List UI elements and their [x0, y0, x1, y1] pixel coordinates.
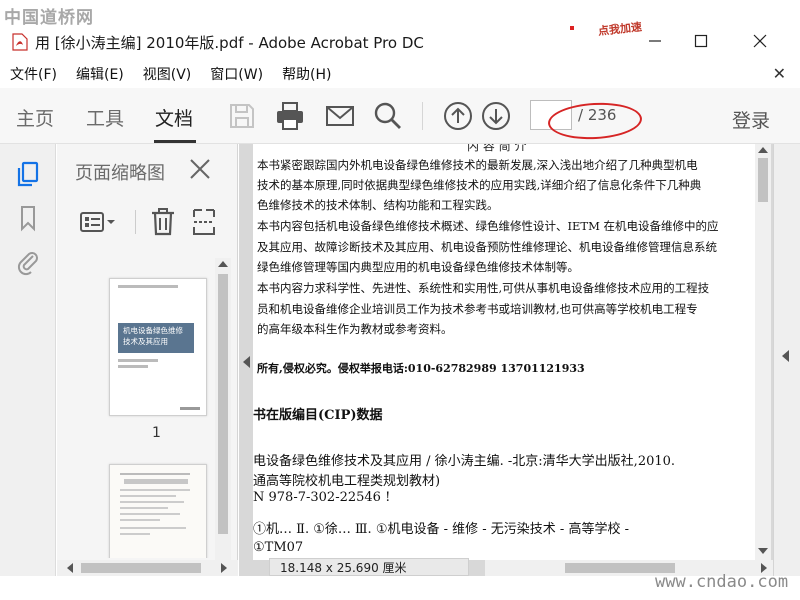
doc-text-line: 的高年级本科生作为教材或参考资料。 — [257, 322, 453, 336]
thumb-text-line — [120, 501, 184, 503]
page-down-icon[interactable] — [480, 100, 512, 132]
thumb-text-line — [120, 495, 176, 497]
page-size-text: 18.148 x 25.690 厘米 — [280, 561, 407, 575]
attachment-icon[interactable] — [14, 248, 42, 276]
menu-file[interactable]: 文件(F) — [0, 64, 66, 84]
doc-cip-line: 电设备绿色维修技术及其应用 / 徐小涛主编. -北京:清华大学出版社,2010. — [253, 454, 676, 469]
right-pane-strip — [773, 144, 800, 576]
page-thumbnails-icon[interactable] — [14, 160, 42, 188]
thumb-text-line — [120, 519, 160, 521]
thumb-text-line — [120, 489, 190, 491]
maximize-icon — [694, 34, 708, 48]
title-bar: 中国道桥网 用 [徐小涛主编] 2010年版.pdf - Adobe Acrob… — [0, 0, 800, 60]
thumb-text-line — [124, 479, 188, 484]
scroll-up-arrow-icon[interactable] — [758, 147, 768, 153]
close-panel-icon[interactable] — [187, 156, 213, 182]
thumbnail-vertical-scrollbar[interactable] — [215, 258, 231, 560]
scrollbar-thumb[interactable] — [758, 158, 768, 202]
scroll-right-arrow-icon[interactable] — [221, 563, 227, 573]
bookmark-icon[interactable] — [14, 204, 42, 232]
thumb-publisher-mark — [180, 407, 200, 410]
print-icon[interactable] — [274, 100, 306, 132]
scroll-down-arrow-icon[interactable] — [758, 548, 768, 554]
tab-home[interactable]: 主页 — [16, 104, 54, 131]
menu-view[interactable]: 视图(V) — [133, 64, 201, 84]
thumb-text-line — [120, 507, 168, 509]
close-document-icon[interactable]: ✕ — [773, 64, 786, 83]
watermark-top: 中国道桥网 — [4, 8, 94, 28]
thumb-text-line — [120, 513, 180, 515]
menu-edit[interactable]: 编辑(E) — [66, 64, 133, 84]
thumbnail-horizontal-scrollbar[interactable] — [57, 560, 238, 576]
tab-tools[interactable]: 工具 — [86, 104, 124, 131]
thumb-text-line — [120, 533, 150, 535]
thumbnail-panel-title: 页面缩略图 — [75, 163, 165, 184]
thumbnail-cover-title: 机电设备绿色维修技术及其应用 — [123, 326, 183, 346]
search-icon[interactable] — [372, 100, 404, 132]
tab-document[interactable]: 文档 — [155, 104, 193, 131]
menu-help[interactable]: 帮助(H) — [272, 64, 340, 84]
login-link[interactable]: 登录 — [732, 106, 770, 133]
doc-text-line: 本书紧密跟踪国内外机电设备绿色维修技术的最新发展,深入浅出地介绍了几种典型机电 — [257, 158, 698, 172]
thumb-text-line — [118, 285, 178, 288]
thumbnail-cover-band: 机电设备绿色维修技术及其应用 — [118, 323, 194, 353]
tool-separator — [135, 210, 136, 234]
close-icon — [753, 34, 767, 48]
doc-text-line: 色维修技术的技术体制、结构功能和工程实践。 — [257, 198, 499, 212]
doc-cip-line: N 978-7-302-22546 ! — [253, 490, 391, 505]
expand-right-pane-icon[interactable] — [782, 350, 789, 362]
save-icon[interactable] — [226, 100, 258, 132]
thumbnail-page-1[interactable]: 机电设备绿色维修技术及其应用 — [109, 278, 207, 416]
page-up-icon[interactable] — [442, 100, 474, 132]
extract-page-icon[interactable] — [191, 207, 217, 237]
thumbnail-list: 机电设备绿色维修技术及其应用 1 — [57, 258, 217, 558]
thumbnail-panel: 页面缩略图 机电设备绿色维修技术及其应用 1 — [57, 144, 238, 576]
window-title: 用 [徐小涛主编] 2010年版.pdf - Adobe Acrobat Pro… — [35, 34, 424, 52]
delete-page-icon[interactable] — [149, 207, 177, 237]
navigation-rail — [0, 144, 56, 576]
thumb-text-line — [120, 527, 186, 529]
menu-window[interactable]: 窗口(W) — [200, 64, 272, 84]
toolbar-separator — [422, 102, 423, 130]
doc-cip-title: 书在版编目(CIP)数据 — [253, 408, 383, 423]
thumb-text-line — [120, 473, 190, 475]
scroll-left-arrow-icon[interactable] — [67, 563, 73, 573]
mail-icon[interactable] — [324, 100, 356, 132]
scrollbar-thumb[interactable] — [81, 563, 201, 573]
maximize-button[interactable] — [686, 28, 716, 54]
document-viewport[interactable]: 内 容 简 介 本书紧密跟踪国内外机电设备绿色维修技术的最新发展,深入浅出地介绍… — [239, 144, 800, 576]
red-dot-icon — [570, 26, 574, 30]
toolbar: 主页 工具 文档 / 236 登录 — [0, 88, 800, 144]
doc-cip-line: ①TM07 — [253, 540, 304, 555]
doc-copyright-line: 所有,侵权必究。侵权举报电话:010-62782989 13701121933 — [257, 362, 585, 375]
scroll-up-arrow-icon[interactable] — [218, 261, 228, 267]
minimize-icon — [649, 40, 661, 42]
document-vertical-scrollbar[interactable] — [755, 144, 771, 560]
thumb-text-line — [118, 365, 148, 368]
pdf-file-icon — [12, 33, 28, 51]
doc-text-line: 本书内容包括机电设备绿色维修技术概述、绿色维修性设计、IETM 在机电设备维修中… — [257, 219, 719, 233]
document-page: 内 容 简 介 本书紧密跟踪国内外机电设备绿色维修技术的最新发展,深入浅出地介绍… — [253, 144, 755, 560]
close-window-button[interactable] — [745, 28, 775, 54]
doc-cip-line: 通高等院校机电工程类规划教材) — [253, 474, 441, 489]
thumb-text-line — [118, 359, 158, 362]
watermark-bottom: www.cndao.com — [655, 572, 789, 592]
doc-text-line: 绿色维修管理等国内典型应用的机电设备绿色维修技术体制等。 — [257, 260, 579, 274]
thumbnail-page-2[interactable] — [109, 464, 207, 558]
thumbnail-page-number: 1 — [152, 425, 161, 441]
collapse-left-pane-icon[interactable] — [243, 356, 250, 368]
page-size-tooltip: 18.148 x 25.690 厘米 — [269, 558, 469, 576]
doc-text-line: 技术的基本原理,同时依据典型绿色维修技术的应用实践,详细介绍了信息化条件下几种典 — [257, 178, 702, 192]
doc-cip-line: ①机… Ⅱ. ①徐… Ⅲ. ①机电设备 - 维修 - 无污染技术 - 高等学校 … — [253, 522, 629, 537]
active-tab-indicator — [154, 140, 196, 143]
thumbnail-toolbar — [57, 202, 238, 242]
doc-text-line: 员和机电设备维修企业培训员工作为技术参考书或培训教材,也可供高等学校机电工程专 — [257, 302, 698, 316]
minimize-button[interactable] — [640, 28, 670, 54]
thumbnail-options-icon[interactable] — [79, 208, 117, 236]
doc-section-heading: 内 容 简 介 — [467, 144, 527, 153]
scrollbar-thumb[interactable] — [218, 274, 228, 534]
doc-text-line: 本书内容力求科学性、先进性、系统性和实用性,可供从事机电设备维修技术应用的工程技 — [257, 281, 710, 295]
menu-bar: 文件(F) 编辑(E) 视图(V) 窗口(W) 帮助(H) ✕ — [0, 60, 800, 88]
doc-text-line: 及其应用、故障诊断技术及其应用、机电设备预防性维修理论、机电设备维修管理信息系统 — [257, 240, 717, 254]
